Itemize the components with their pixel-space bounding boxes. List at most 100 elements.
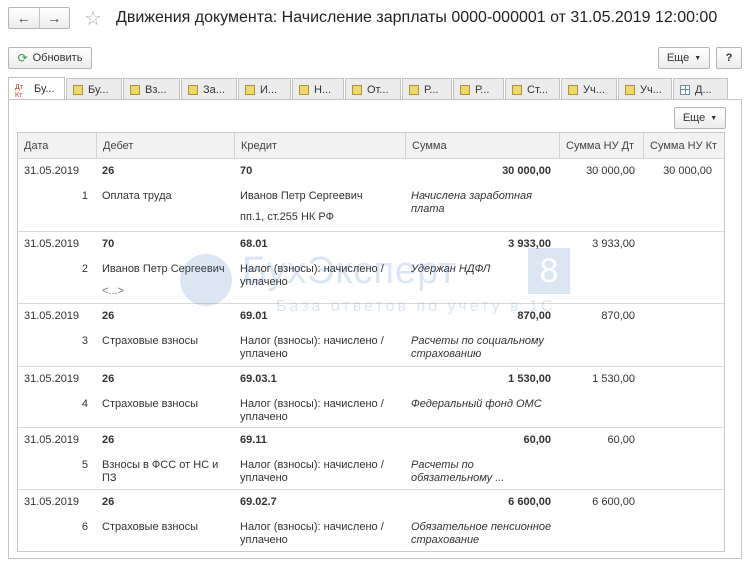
tab-register[interactable]: Бу...	[66, 78, 122, 100]
tab-register[interactable]: И...	[238, 78, 291, 100]
tab-label: Н...	[314, 83, 332, 96]
tab-register[interactable]: Ст...	[505, 78, 560, 100]
tab-register[interactable]: Уч...	[561, 78, 617, 100]
register-icon	[512, 84, 522, 95]
help-label: ?	[725, 52, 733, 64]
table-row[interactable]: 31.05.2019 6 26 Страховые взносы 69.02.7…	[18, 490, 724, 551]
grid-icon	[680, 84, 690, 95]
chevron-down-icon: ▼	[710, 114, 718, 122]
help-button[interactable]: ?	[716, 47, 742, 69]
star-icon[interactable]: ☆	[84, 6, 102, 31]
refresh-icon: ⟳	[17, 51, 28, 65]
sum-nu-dt: 3 933,00	[592, 238, 635, 250]
row-date: 31.05.2019	[24, 373, 80, 385]
tab-register[interactable]: От...	[345, 78, 401, 100]
row-date: 31.05.2019	[24, 238, 80, 250]
credit-subconto: Налог (взносы): начислено / уплачено	[240, 459, 384, 484]
sum-nu-dt: 30 000,00	[586, 165, 635, 177]
register-icon	[73, 84, 83, 95]
credit-account: 69.11	[240, 434, 267, 446]
register-icon	[245, 84, 255, 95]
column-header-sum[interactable]: Сумма	[405, 133, 559, 159]
table-row[interactable]: 31.05.2019 4 26 Страховые взносы 69.03.1…	[18, 367, 724, 428]
sum-value: 30 000,00	[502, 165, 551, 177]
column-header-date[interactable]: Дата	[18, 133, 96, 159]
table-row[interactable]: 31.05.2019 3 26 Страховые взносы 69.01 Н…	[18, 304, 724, 367]
table-row[interactable]: 31.05.2019 2 70 Иванов Петр Сергеевич <.…	[18, 232, 724, 304]
table-header: Дата Дебет Кредит Сумма Сумма НУ Дт Сумм…	[18, 133, 724, 159]
credit-subconto: Налог (взносы): начислено / уплачено	[240, 398, 384, 423]
row-date: 31.05.2019	[24, 496, 80, 508]
column-header-sum-nu-kt[interactable]: Сумма НУ Кт	[643, 133, 724, 159]
postings-table: Дата Дебет Кредит Сумма Сумма НУ Дт Сумм…	[17, 132, 725, 552]
debit-subconto: Страховые взносы	[102, 335, 198, 347]
sum-description: Удержан НДФЛ	[411, 263, 491, 275]
register-icon	[352, 84, 362, 95]
row-date: 31.05.2019	[24, 310, 80, 322]
sum-nu-dt: 870,00	[601, 310, 635, 322]
sum-value: 1 530,00	[508, 373, 551, 385]
credit-subconto-2: пп.1, ст.255 НК РФ	[240, 211, 334, 223]
tab-label: Бу...	[34, 83, 55, 95]
tab-register[interactable]: Р...	[402, 78, 452, 100]
tab-label: От...	[367, 83, 389, 96]
table-row[interactable]: 31.05.2019 1 26 Оплата труда 70 Иванов П…	[18, 159, 724, 232]
window-title: Движения документа: Начисление зарплаты …	[116, 9, 718, 26]
credit-subconto: Иванов Петр Сергеевич	[240, 190, 363, 202]
table-row[interactable]: 31.05.2019 5 26 Взносы в ФСС от НС и ПЗ …	[18, 428, 724, 490]
tab-label: Уч...	[583, 83, 605, 96]
column-header-credit[interactable]: Кредит	[234, 133, 405, 159]
tab-documents[interactable]: Д...	[673, 78, 728, 100]
register-icon	[460, 84, 470, 95]
tab-label: Ст...	[527, 83, 548, 96]
refresh-label: Обновить	[32, 52, 83, 64]
title-bar: ← → ☆ Движения документа: Начисление зар…	[0, 0, 750, 40]
debit-account: 70	[102, 238, 115, 250]
debit-subconto-2: <...>	[102, 285, 125, 297]
tab-register[interactable]: Уч...	[618, 78, 672, 100]
sum-value: 3 933,00	[508, 238, 551, 250]
register-icon	[409, 84, 419, 95]
tab-label: Бу...	[88, 83, 109, 96]
tab-register[interactable]: Н...	[292, 78, 344, 100]
tab-label: Д...	[695, 83, 712, 96]
more-label: Еще	[682, 112, 706, 124]
tab-register[interactable]: За...	[181, 78, 237, 100]
tab-register[interactable]: Р...	[453, 78, 504, 100]
credit-account: 69.02.7	[240, 496, 277, 508]
register-icon	[625, 84, 635, 95]
back-arrow-icon[interactable]: ←	[9, 8, 39, 28]
grid-more-button[interactable]: Еще ▼	[674, 107, 726, 129]
debit-account: 26	[102, 373, 115, 385]
more-button[interactable]: Еще ▼	[658, 47, 710, 69]
debit-account: 26	[102, 310, 115, 322]
debit-subconto: Взносы в ФСС от НС и ПЗ	[102, 459, 219, 484]
tab-accounting-register[interactable]: Дт Кт Бу...	[8, 77, 65, 100]
register-icon	[130, 84, 140, 95]
sum-description: Обязательное пенсионное страхование	[411, 521, 552, 546]
dt-kt-icon: Дт Кт	[15, 84, 23, 99]
tab-label: И...	[260, 83, 278, 96]
tab-label: За...	[203, 83, 225, 96]
register-icon	[568, 84, 578, 95]
debit-account: 26	[102, 165, 115, 177]
row-date: 31.05.2019	[24, 165, 80, 177]
credit-account: 69.03.1	[240, 373, 277, 385]
row-number: 3	[81, 335, 88, 347]
row-number: 4	[81, 398, 88, 410]
row-number: 2	[81, 263, 88, 275]
column-header-debit[interactable]: Дебет	[96, 133, 234, 159]
row-date: 31.05.2019	[24, 434, 80, 446]
tab-register[interactable]: Вз...	[123, 78, 180, 100]
forward-arrow-icon[interactable]: →	[38, 8, 70, 28]
sum-nu-dt: 6 600,00	[592, 496, 635, 508]
credit-subconto: Налог (взносы): начислено / уплачено	[240, 263, 384, 288]
refresh-button[interactable]: ⟳ Обновить	[8, 47, 92, 69]
column-header-sum-nu-dt[interactable]: Сумма НУ Дт	[559, 133, 643, 159]
sum-value: 870,00	[517, 310, 551, 322]
row-number: 1	[81, 190, 88, 202]
credit-account: 70	[240, 165, 253, 177]
sum-nu-dt: 1 530,00	[592, 373, 635, 385]
credit-subconto: Налог (взносы): начислено / уплачено	[240, 521, 384, 546]
credit-account: 68.01	[240, 238, 268, 250]
